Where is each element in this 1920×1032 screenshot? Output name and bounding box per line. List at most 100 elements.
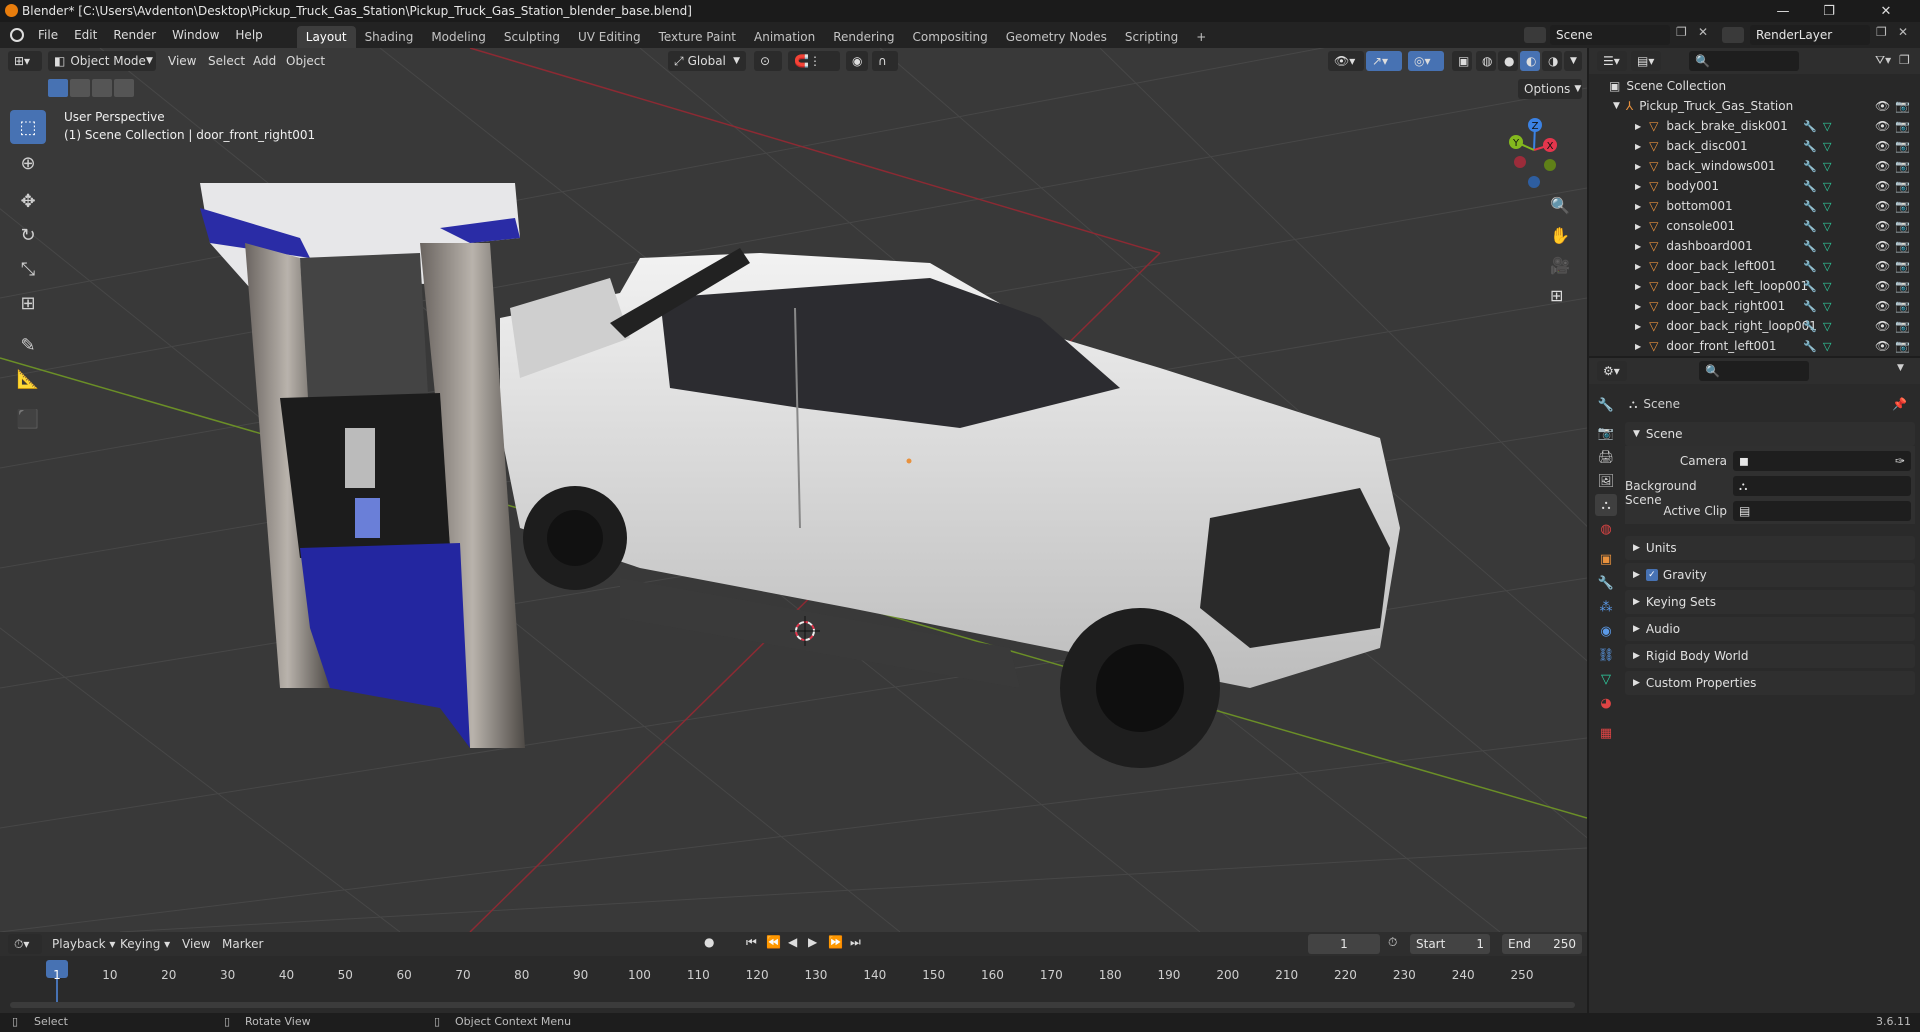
camera-field[interactable]: ◼ ✑ <box>1733 451 1911 471</box>
menu-render[interactable]: Render <box>105 22 164 48</box>
expand-arrow-icon[interactable]: ▶ <box>1635 202 1641 211</box>
chevron-down-icon[interactable]: ▼ <box>1897 363 1904 373</box>
expand-arrow-icon[interactable]: ▶ <box>1635 122 1641 131</box>
select-extend-icon[interactable] <box>70 79 90 97</box>
expand-arrow-icon[interactable]: ▶ <box>1635 322 1641 331</box>
modifier-tab-icon[interactable]: 🔧 <box>1595 572 1617 594</box>
camera-icon[interactable]: 📷 <box>1895 159 1910 173</box>
close-button[interactable]: ✕ <box>1852 0 1920 22</box>
outliner-object-row[interactable]: ▶ ▽ console001 🔧 ▽ 👁 📷 <box>1589 216 1920 236</box>
camera-icon[interactable]: 📷 <box>1895 199 1910 213</box>
shading-options-icon[interactable]: ▼ <box>1564 51 1582 71</box>
camera-icon[interactable]: 📷 <box>1895 219 1910 233</box>
modifier-icon[interactable]: 🔧 <box>1803 220 1817 233</box>
mesh-data-icon[interactable]: ▽ <box>1823 120 1831 133</box>
camera-icon[interactable]: 📷 <box>1895 119 1910 133</box>
pickup-truck-model[interactable] <box>500 248 1400 768</box>
ortho-toggle-icon[interactable]: ⊞ <box>1550 286 1563 305</box>
eye-icon[interactable]: 👁 <box>1875 299 1890 313</box>
properties-editor-type-icon[interactable]: ⚙▾ <box>1597 361 1627 381</box>
units-panel[interactable]: ▶ Units <box>1625 536 1915 560</box>
gizmo-toggle-icon[interactable]: ↗▾ <box>1366 51 1402 71</box>
camera-icon[interactable]: 📷 <box>1895 259 1910 273</box>
tab-geometry-nodes[interactable]: Geometry Nodes <box>997 26 1116 48</box>
custom-properties-panel[interactable]: ▶ Custom Properties <box>1625 671 1915 695</box>
mesh-data-icon[interactable]: ▽ <box>1823 220 1831 233</box>
select-intersect-icon[interactable] <box>114 79 134 97</box>
modifier-icon[interactable]: 🔧 <box>1803 320 1817 333</box>
outliner-object-row[interactable]: ▶ ▽ door_back_left001 🔧 ▽ 👁 📷 <box>1589 256 1920 276</box>
tab-rendering[interactable]: Rendering <box>824 26 903 48</box>
select-box-tool[interactable]: ⬚ <box>10 110 46 144</box>
timeline-scrollbar[interactable] <box>10 1002 1575 1008</box>
new-view-layer-icon[interactable]: ❐ <box>1876 25 1887 39</box>
viewport-menu-object[interactable]: Object <box>278 48 333 74</box>
outliner-object-row[interactable]: ▶ ▽ door_back_left_loop001 🔧 ▽ 👁 📷 <box>1589 276 1920 296</box>
filter-icon[interactable]: ⛛▾ <box>1875 53 1891 68</box>
expand-arrow-icon[interactable]: ▶ <box>1635 262 1641 271</box>
outliner-editor-type-icon[interactable]: ☰▾ <box>1597 51 1627 71</box>
outliner-object-row[interactable]: ▶ ▽ door_front_left001 🔧 ▽ 👁 📷 <box>1589 336 1920 356</box>
object-tab-icon[interactable]: ▣ <box>1595 548 1617 570</box>
eye-icon[interactable]: 👁 <box>1875 179 1890 193</box>
options-dropdown[interactable]: Options ▼ <box>1518 79 1582 99</box>
transform-tool[interactable]: ⊞ <box>10 286 46 320</box>
view-layer-tab-icon[interactable]: 🖼 <box>1595 470 1617 492</box>
modifier-icon[interactable]: 🔧 <box>1803 200 1817 213</box>
active-clip-field[interactable]: ▤ <box>1733 501 1911 521</box>
mesh-data-icon[interactable]: ▽ <box>1823 320 1831 333</box>
eye-icon[interactable]: 👁 <box>1875 159 1890 173</box>
blender-menu-icon[interactable] <box>10 28 24 42</box>
pivot-point-icon[interactable]: ⊙ <box>754 51 782 71</box>
camera-view-icon[interactable]: 🎥 <box>1550 256 1570 275</box>
pin-icon[interactable]: 📌 <box>1892 397 1907 411</box>
properties-search-input[interactable]: 🔍 <box>1699 361 1809 381</box>
gas-pump-model[interactable] <box>200 183 525 748</box>
scene-selector[interactable]: Scene <box>1550 25 1670 45</box>
falloff-icon[interactable]: ∩ <box>872 51 898 71</box>
expand-arrow-icon[interactable]: ▶ <box>1635 162 1641 171</box>
material-shading-icon[interactable]: ◐ <box>1520 51 1540 71</box>
gravity-panel[interactable]: ▶ ✓ Gravity <box>1625 563 1915 587</box>
eye-icon[interactable]: 👁 <box>1875 119 1890 133</box>
eye-icon[interactable]: 👁 <box>1875 259 1890 273</box>
navigation-gizmo[interactable]: Z Y X <box>1490 110 1570 190</box>
maximize-button[interactable]: ❐ <box>1806 0 1852 22</box>
outliner-object-row[interactable]: ▶ ▽ back_disc001 🔧 ▽ 👁 📷 <box>1589 136 1920 156</box>
tab-sculpting[interactable]: Sculpting <box>495 26 569 48</box>
keying-sets-panel[interactable]: ▶ Keying Sets <box>1625 590 1915 614</box>
outliner-object-row[interactable]: ▶ ▽ back_brake_disk001 🔧 ▽ 👁 📷 <box>1589 116 1920 136</box>
scale-tool[interactable]: ⤡ <box>10 252 46 286</box>
eye-icon[interactable]: 👁 <box>1875 139 1890 153</box>
transform-orientation-dropdown[interactable]: ⤢ Global ▼ <box>668 51 746 71</box>
tab-modeling[interactable]: Modeling <box>422 26 495 48</box>
tab-uv-editing[interactable]: UV Editing <box>569 26 650 48</box>
mesh-data-icon[interactable]: ▽ <box>1823 280 1831 293</box>
delete-scene-icon[interactable]: ✕ <box>1698 25 1708 39</box>
rigid-body-world-panel[interactable]: ▶ Rigid Body World <box>1625 644 1915 668</box>
xray-icon[interactable]: ▣ <box>1452 51 1472 71</box>
snap-icon[interactable]: 🧲⋮ <box>788 51 840 71</box>
scene-panel-header[interactable]: ▼ Scene <box>1625 422 1915 446</box>
annotate-tool[interactable]: ✎ <box>10 328 46 362</box>
zoom-icon[interactable]: 🔍 <box>1550 196 1570 215</box>
delete-view-layer-icon[interactable]: ✕ <box>1898 25 1908 39</box>
scene-icon[interactable] <box>1524 27 1546 43</box>
expand-arrow-icon[interactable]: ▶ <box>1635 222 1641 231</box>
expand-arrow-icon[interactable]: ▶ <box>1635 342 1641 351</box>
visibility-icon[interactable]: 👁▾ <box>1328 51 1364 71</box>
modifier-icon[interactable]: 🔧 <box>1803 120 1817 133</box>
outliner-scene-collection[interactable]: ▣ Scene Collection <box>1589 76 1920 96</box>
camera-icon[interactable]: 📷 <box>1895 239 1910 253</box>
expand-arrow-icon[interactable]: ▶ <box>1635 282 1641 291</box>
mesh-data-icon[interactable]: ▽ <box>1823 240 1831 253</box>
outliner-object-row[interactable]: ▶ ▽ door_back_right_loop001 🔧 ▽ 👁 📷 <box>1589 316 1920 336</box>
particles-tab-icon[interactable]: ⁂ <box>1595 596 1617 618</box>
new-scene-icon[interactable]: ❐ <box>1676 25 1687 39</box>
camera-icon[interactable]: 📷 <box>1895 339 1910 353</box>
object-mode-dropdown[interactable]: ◧ Object Mode ▼ <box>48 51 156 71</box>
expand-arrow-icon[interactable]: ▼ <box>1613 101 1620 111</box>
tab-texture-paint[interactable]: Texture Paint <box>650 26 745 48</box>
modifier-icon[interactable]: 🔧 <box>1803 340 1817 353</box>
camera-icon[interactable]: 📷 <box>1895 179 1910 193</box>
